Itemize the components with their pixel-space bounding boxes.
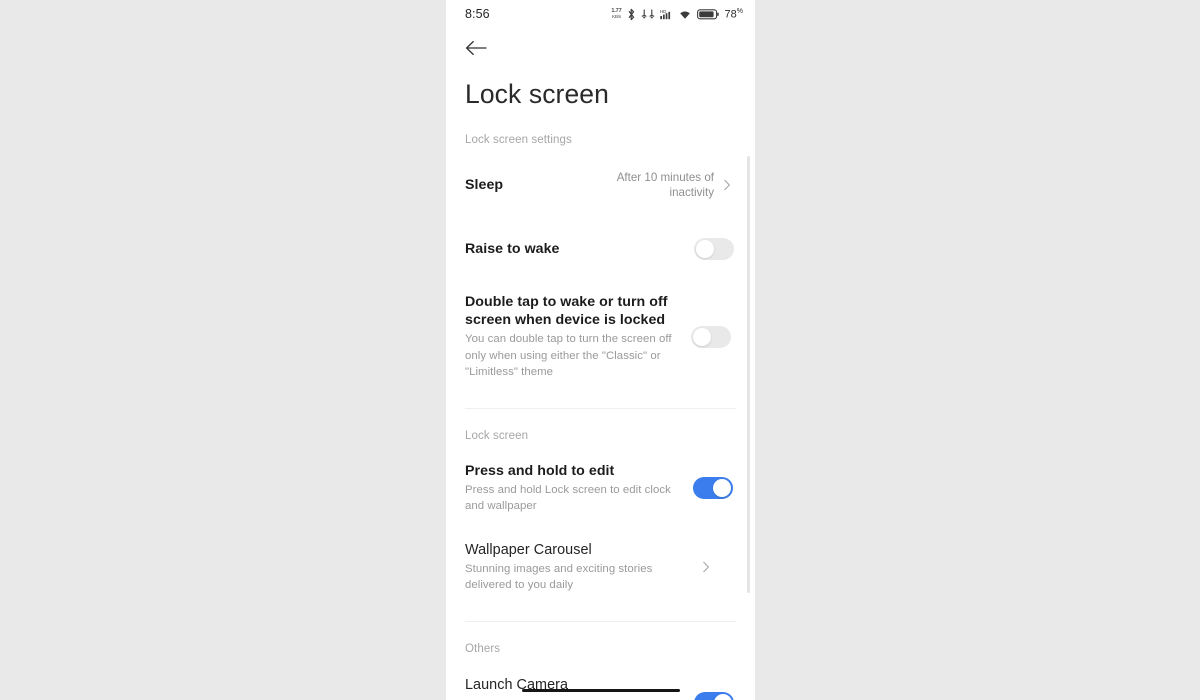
row-launch-camera-aside <box>694 691 734 700</box>
settings-scroll-container[interactable]: Lock screen Lock screen settings Sleep A… <box>446 28 755 700</box>
net-speed-unit: KB/s <box>612 13 621 19</box>
toggle-launch-camera[interactable] <box>694 691 734 700</box>
status-bar: 8:56 1.77 KB/s HD 78% <box>446 0 755 28</box>
row-raise-to-wake-title: Raise to wake <box>465 241 560 258</box>
row-sleep-main: Sleep <box>465 176 602 194</box>
dual-sim-signal-icon <box>641 9 654 19</box>
screenshot-canvas: 8:56 1.77 KB/s HD 78% Lock screen Lock s… <box>0 0 1200 700</box>
bluetooth-icon <box>628 8 634 20</box>
status-bar-icons: 1.77 KB/s HD 78% <box>611 8 743 21</box>
section-header-others: Others <box>465 643 501 656</box>
page-title: Lock screen <box>465 79 609 109</box>
toggle-raise-to-wake[interactable] <box>694 238 734 261</box>
row-sleep-aside: After 10 minutes of inactivity <box>610 170 734 200</box>
row-wallpaper-carousel-subtitle: Stunning images and exciting stories del… <box>465 563 653 592</box>
row-raise-to-wake[interactable]: Raise to wake <box>446 229 755 269</box>
svg-text:HD: HD <box>660 9 666 14</box>
row-double-tap-to-wake-main: Double tap to wake or turn off screen wh… <box>465 293 683 380</box>
row-raise-to-wake-main: Raise to wake <box>465 240 686 258</box>
toggle-knob <box>714 693 732 700</box>
row-sleep-title: Sleep <box>465 177 504 194</box>
chevron-right-icon <box>724 179 730 191</box>
row-sleep[interactable]: Sleep After 10 minutes of inactivity <box>446 165 755 205</box>
vertical-scrollbar[interactable] <box>747 156 750 593</box>
cellular-signal-icon: HD <box>660 9 670 20</box>
row-double-tap-to-wake-aside <box>691 325 731 348</box>
row-sleep-value: After 10 minutes of inactivity <box>616 171 714 200</box>
section-header-lock-screen-settings: Lock screen settings <box>465 134 572 147</box>
toggle-knob <box>713 479 731 498</box>
row-press-and-hold-to-edit-title: Press and hold to edit <box>465 463 615 480</box>
battery-percent-label: 78% <box>724 7 743 21</box>
toggle-knob <box>693 327 711 346</box>
row-raise-to-wake-aside <box>694 238 734 261</box>
back-button[interactable] <box>446 28 755 68</box>
status-bar-clock: 8:56 <box>465 7 490 21</box>
row-double-tap-to-wake-subtitle: You can double tap to turn the screen of… <box>465 333 672 378</box>
wifi-icon <box>679 10 690 19</box>
row-press-and-hold-to-edit[interactable]: Press and hold to edit Press and hold Lo… <box>446 462 755 515</box>
net-speed-icon: 1.77 KB/s <box>611 8 621 20</box>
row-wallpaper-carousel[interactable]: Wallpaper Carousel Stunning images and e… <box>446 541 755 594</box>
section-header-lock-screen: Lock screen <box>465 430 529 443</box>
row-double-tap-to-wake[interactable]: Double tap to wake or turn off screen wh… <box>446 293 755 380</box>
row-wallpaper-carousel-aside <box>693 560 713 574</box>
toggle-double-tap-to-wake[interactable] <box>691 325 731 348</box>
gesture-navigation-bar[interactable] <box>521 688 680 692</box>
row-press-and-hold-to-edit-subtitle: Press and hold Lock screen to edit clock… <box>465 484 671 513</box>
back-arrow-icon <box>465 40 487 56</box>
toggle-press-and-hold-to-edit[interactable] <box>693 477 733 500</box>
phone-screen: 8:56 1.77 KB/s HD 78% Lock screen Lock s… <box>446 0 755 700</box>
row-double-tap-to-wake-title: Double tap to wake or turn off screen wh… <box>465 294 668 329</box>
row-press-and-hold-to-edit-aside <box>693 477 733 500</box>
row-press-and-hold-to-edit-main: Press and hold to edit Press and hold Lo… <box>465 462 685 515</box>
toggle-knob <box>696 240 714 259</box>
battery-icon <box>696 8 719 19</box>
row-launch-camera-title: Launch Camera <box>465 677 569 694</box>
row-wallpaper-carousel-main: Wallpaper Carousel Stunning images and e… <box>465 541 685 594</box>
chevron-right-icon <box>703 561 709 573</box>
row-wallpaper-carousel-title: Wallpaper Carousel <box>465 541 592 558</box>
